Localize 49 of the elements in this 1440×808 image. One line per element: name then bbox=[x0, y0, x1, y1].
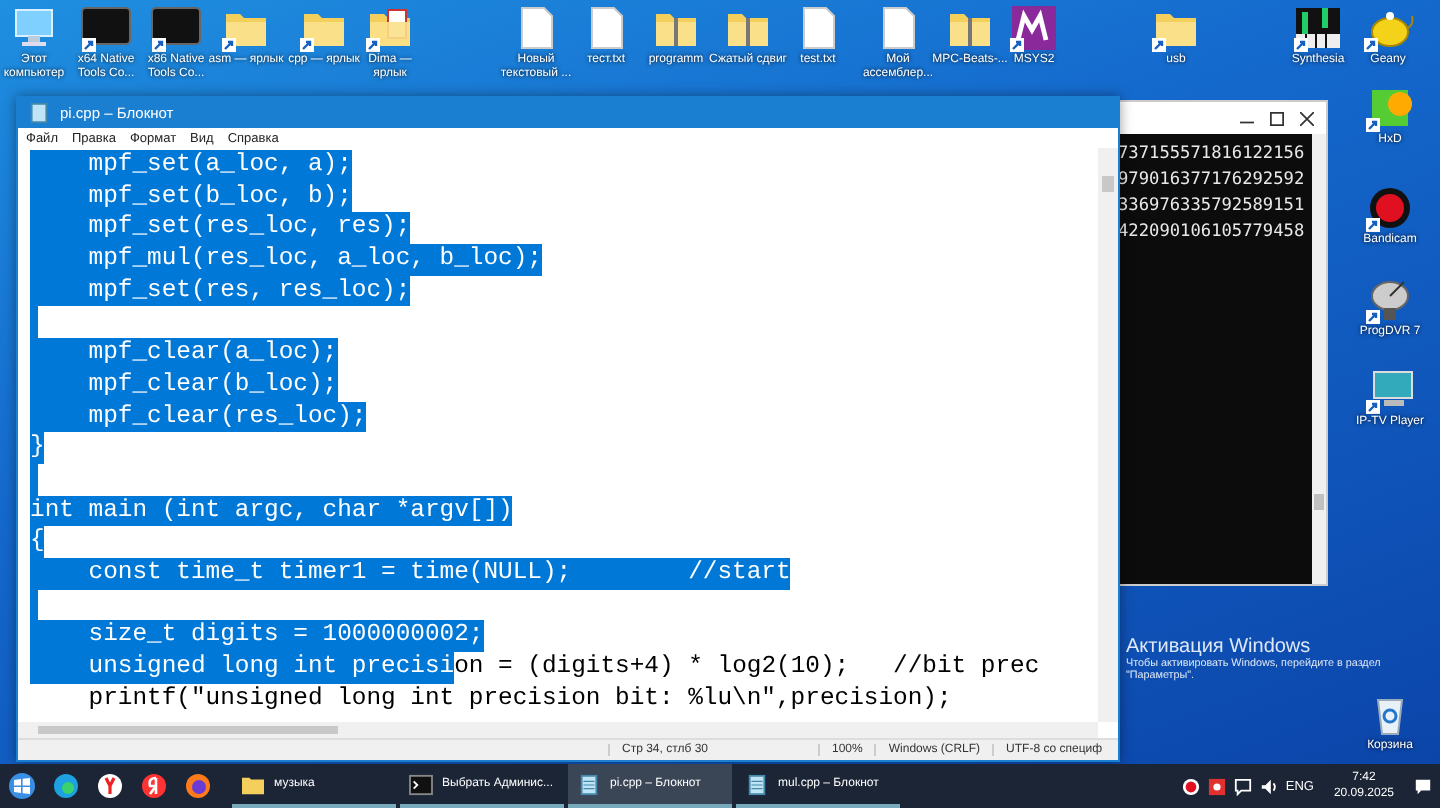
firefox-icon[interactable] bbox=[184, 772, 212, 800]
code-text: const time_t timer1 = time(NULL); //start bbox=[30, 557, 791, 590]
folder-icon bbox=[240, 773, 266, 795]
close-icon[interactable] bbox=[1300, 111, 1314, 125]
code-text: } bbox=[30, 432, 45, 464]
code-text: unsigned long int precisi bbox=[30, 652, 455, 684]
code-text: mpf_set(res, res_loc); bbox=[30, 275, 411, 307]
monitor-icon bbox=[1364, 366, 1416, 414]
browser-icon[interactable] bbox=[96, 772, 124, 800]
folder-icon bbox=[364, 4, 416, 52]
code-text: on = (digits+4) * log2(10); //bit prec bbox=[454, 652, 1040, 684]
console-output-line: 979016377176292592 bbox=[1118, 168, 1307, 194]
speaker-icon[interactable] bbox=[1259, 777, 1278, 795]
code-text: mpf_clear(res_loc); bbox=[30, 401, 367, 433]
console-icon bbox=[80, 4, 132, 52]
notepad-icon bbox=[576, 773, 602, 795]
hex-editor-icon bbox=[1364, 84, 1416, 132]
activation-title: Активация Windows bbox=[1126, 636, 1313, 658]
console-icon bbox=[408, 773, 434, 795]
code-text: mpf_set(a_loc, a); bbox=[30, 150, 352, 182]
console-icon bbox=[150, 4, 202, 52]
scrollbar[interactable] bbox=[1098, 148, 1118, 722]
console-output-line: 737155571816122156 bbox=[1118, 142, 1307, 168]
notepad-icon bbox=[744, 773, 770, 795]
code-text: int main (int argc, char *argv[]) bbox=[30, 495, 513, 527]
chat-icon[interactable] bbox=[1233, 777, 1252, 795]
notification-icon[interactable] bbox=[1414, 777, 1432, 795]
code-text: printf("unsigned long int precision bit: %lu\n",precision); bbox=[86, 683, 952, 715]
code-text: { bbox=[30, 526, 45, 558]
app-tray-icon[interactable] bbox=[1207, 777, 1226, 795]
code-text: mpf_set(b_loc, b); bbox=[30, 181, 352, 213]
code-text: mpf_mul(res_loc, a_loc, b_loc); bbox=[30, 244, 542, 276]
browser-icon[interactable] bbox=[52, 772, 80, 800]
code-text: mpf_set(res_loc, res); bbox=[30, 212, 411, 245]
console-output-line: 422090106105779458 bbox=[1118, 220, 1307, 246]
code-text: mpf_clear(b_loc); bbox=[30, 369, 338, 401]
scrollbar[interactable] bbox=[1312, 134, 1326, 584]
record-icon[interactable] bbox=[1181, 777, 1200, 795]
browser-icon[interactable] bbox=[140, 772, 168, 800]
msys-icon bbox=[1008, 4, 1060, 52]
piano-icon bbox=[1292, 4, 1344, 52]
notepad-icon bbox=[26, 102, 52, 124]
code-text: mpf_clear(a_loc); bbox=[30, 338, 338, 370]
code-text: size_t digits = 1000000002; bbox=[30, 620, 484, 652]
maximize-icon[interactable] bbox=[1270, 111, 1284, 125]
scrollbar[interactable] bbox=[18, 722, 1098, 738]
start-icon[interactable] bbox=[8, 772, 36, 800]
console-output-line: 336976335792589151 bbox=[1118, 194, 1307, 220]
record-icon bbox=[1364, 184, 1416, 232]
